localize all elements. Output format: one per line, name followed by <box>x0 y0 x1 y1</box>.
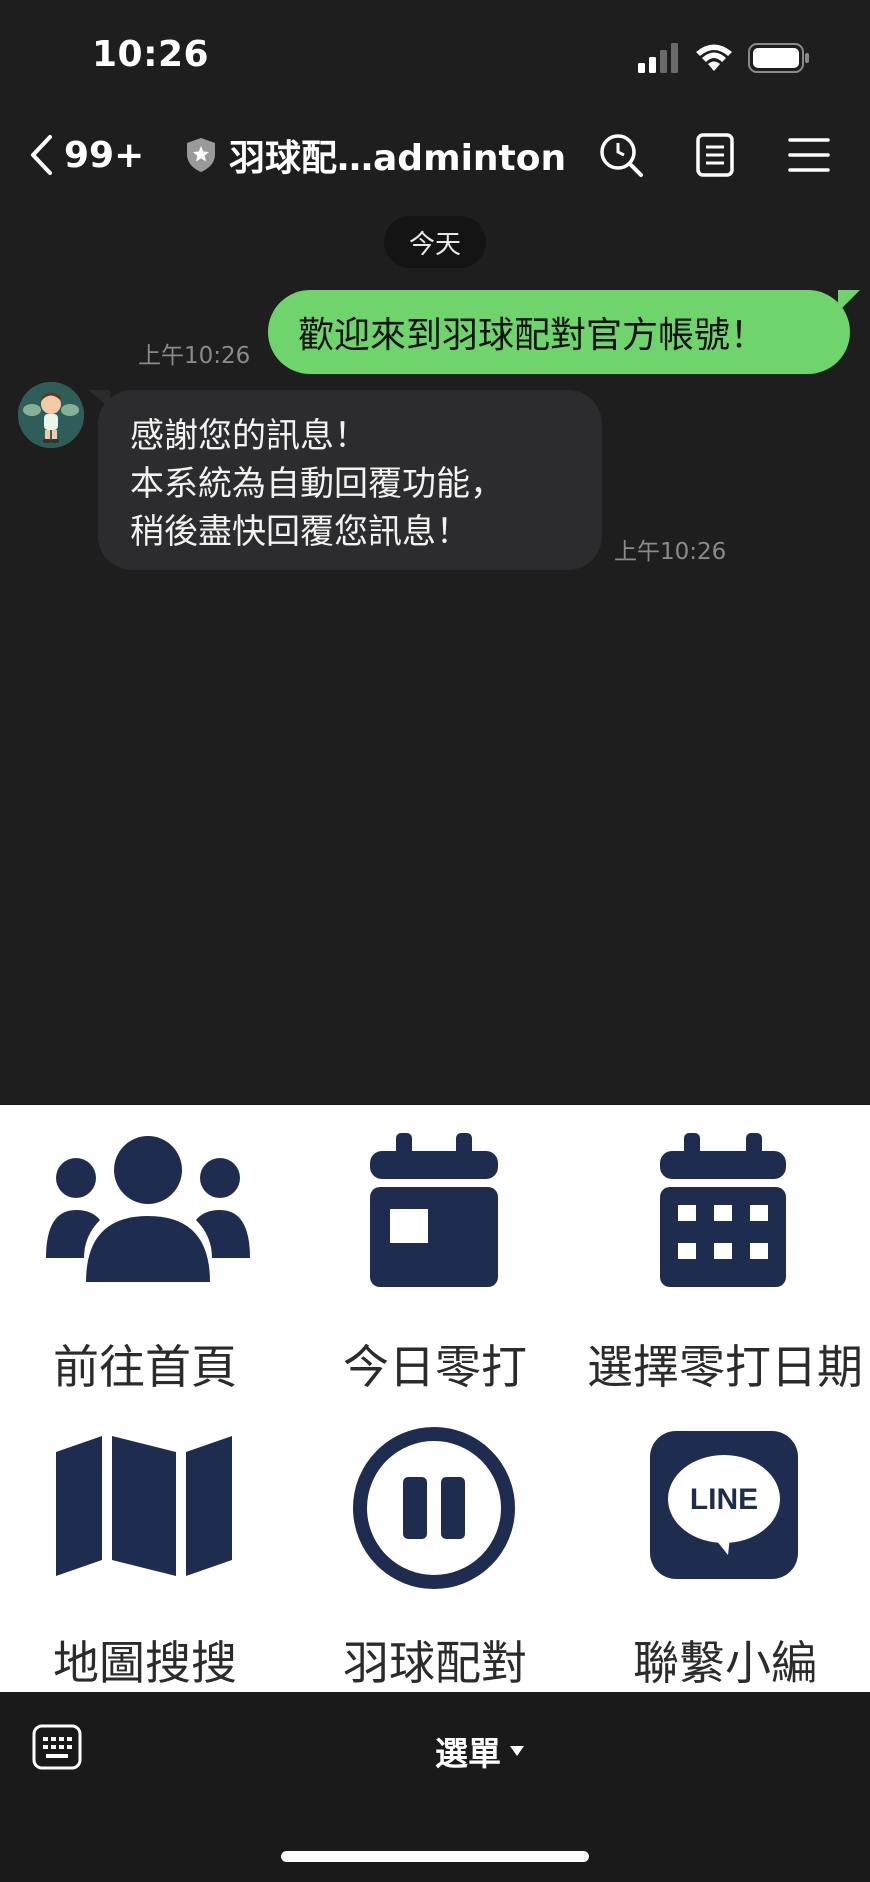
caret-down-icon <box>510 1746 524 1756</box>
chat-title[interactable]: 羽球配…adminton <box>185 130 566 180</box>
status-icons <box>638 40 810 76</box>
menu-item-today[interactable]: 今日零打 <box>290 1105 580 1395</box>
menu-item-contact-editor[interactable]: LINE 聯繫小編 <box>580 1395 870 1690</box>
outgoing-message-bubble[interactable]: 歡迎來到羽球配對官方帳號！ <box>268 290 850 374</box>
badminton-mascot-icon <box>18 382 84 448</box>
menu-item-label: 聯繫小編 <box>633 1636 817 1690</box>
pause-circle-icon <box>353 1427 515 1589</box>
battery-icon <box>748 43 809 73</box>
rich-menu: 前往首頁 今日零打 選擇零打日期 地圖搜搜 羽球配對 LINE 聯繫小編 <box>0 1105 870 1692</box>
menu-toggle-label: 選單 <box>435 1734 501 1773</box>
avatar[interactable] <box>18 382 84 448</box>
status-bar: 10:26 <box>0 0 870 110</box>
chevron-left-icon <box>31 135 52 175</box>
line-logo-text: LINE <box>690 1483 758 1516</box>
keyboard-icon[interactable] <box>32 1724 82 1770</box>
chat-header: 99+ 羽球配…adminton <box>0 110 870 200</box>
back-button[interactable]: 99+ <box>28 130 144 180</box>
menu-item-label: 今日零打 <box>343 1340 527 1394</box>
wifi-icon <box>696 44 732 71</box>
notes-icon[interactable] <box>692 132 738 178</box>
message-timestamp: 上午10:26 <box>138 343 251 369</box>
group-icon <box>46 1136 250 1282</box>
hamburger-menu-icon[interactable] <box>786 132 832 178</box>
menu-item-map-search[interactable]: 地圖搜搜 <box>0 1395 290 1690</box>
menu-toggle-button[interactable]: 選單 <box>435 1728 525 1774</box>
incoming-message-bubble[interactable]: 感謝您的訊息！ 本系統為自動回覆功能， 稍後盡快回覆您訊息！ <box>98 390 602 570</box>
message-line: 感謝您的訊息！ <box>130 416 368 456</box>
calendar-grid-icon <box>660 1133 786 1287</box>
search-icon[interactable] <box>598 132 644 178</box>
chat-title-text: 羽球配…adminton <box>229 138 567 179</box>
map-icon <box>56 1436 232 1576</box>
calendar-day-icon <box>370 1133 498 1287</box>
menu-item-select-date[interactable]: 選擇零打日期 <box>580 1105 870 1395</box>
menu-item-label: 選擇零打日期 <box>587 1340 863 1394</box>
verified-shield-icon <box>187 138 215 172</box>
unread-count: 99+ <box>64 134 145 176</box>
date-divider: 今天 <box>384 216 486 268</box>
menu-item-label: 前往首頁 <box>53 1340 237 1394</box>
home-indicator[interactable] <box>281 1851 589 1862</box>
menu-item-label: 地圖搜搜 <box>53 1636 237 1690</box>
line-logo-icon: LINE <box>650 1431 798 1579</box>
status-time: 10:26 <box>92 34 210 75</box>
menu-item-badminton-match[interactable]: 羽球配對 <box>290 1395 580 1690</box>
message-line: 稍後盡快回覆您訊息！ <box>130 512 470 552</box>
menu-item-label: 羽球配對 <box>343 1636 527 1690</box>
chat-screen: 10:26 99+ 羽球配…adminton 今天 歡迎來到羽球配對官方帳號！ … <box>0 0 870 1882</box>
message-timestamp: 上午10:26 <box>614 539 727 565</box>
cellular-signal-icon <box>638 43 678 73</box>
message-line: 本系統為自動回覆功能， <box>130 464 504 504</box>
menu-item-home[interactable]: 前往首頁 <box>0 1105 290 1395</box>
